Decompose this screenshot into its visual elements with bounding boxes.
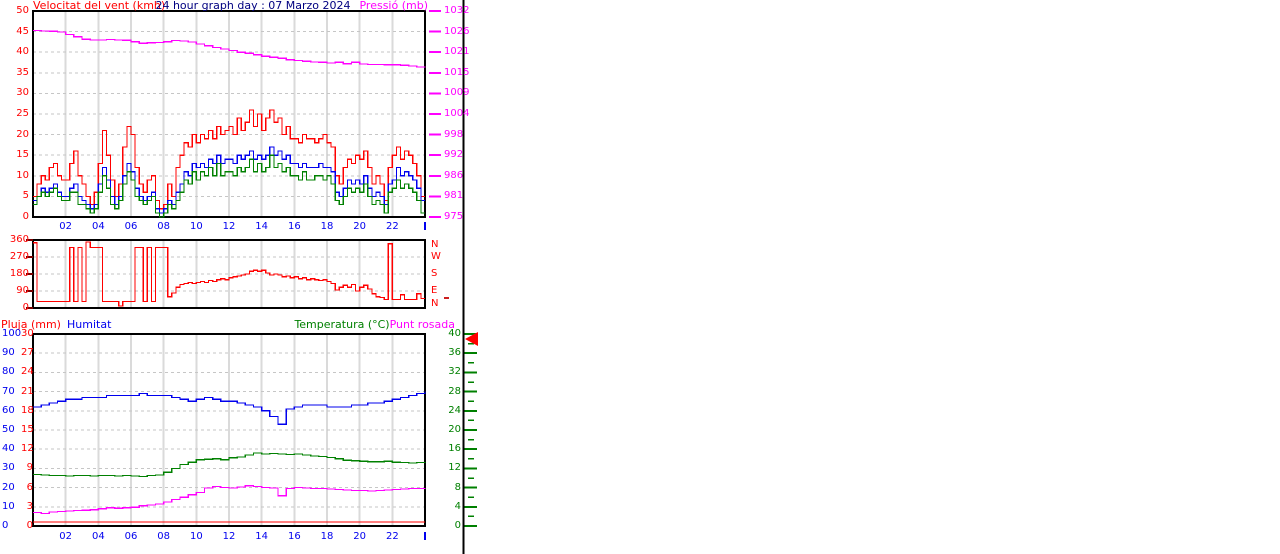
time-tick-label: 18 — [320, 221, 334, 232]
temperature-pointer-icon — [465, 332, 478, 346]
wind-speed-tick-label: 5 — [22, 190, 29, 202]
humidity-tick-label: 40 — [2, 443, 15, 455]
compass-letter-label: S — [431, 268, 438, 279]
weather-charts-svg — [26, 0, 477, 554]
rain-tick-label: 3 — [26, 500, 33, 512]
time-tick-label: 10 — [189, 221, 203, 232]
wind-speed-tick-label: 0 — [22, 211, 29, 222]
time-tick-label: 04 — [91, 531, 105, 542]
wind-speed-tick-label: 25 — [16, 108, 29, 119]
pressure-tick-label: 1015 — [444, 66, 470, 78]
time-tick-label: 06 — [124, 531, 138, 542]
temperature-tick-label: 28 — [448, 385, 461, 397]
compass-letter-label: E — [431, 285, 438, 296]
time-tick-label: 02 — [59, 531, 73, 542]
direction-axis-minor-tick — [444, 297, 449, 299]
wind-speed-tick-label: 10 — [16, 169, 29, 181]
temperature-tick-label: 16 — [448, 443, 461, 455]
time-tick-label: 20 — [353, 221, 367, 232]
humidity-tick-label: 30 — [2, 462, 15, 474]
humidity-tick-label: 0 — [2, 520, 9, 531]
rain-tick-label: 12 — [21, 443, 34, 455]
humidity-tick-label: 90 — [2, 347, 15, 359]
time-tick-label: 14 — [255, 221, 269, 232]
wind-speed-tick-label: 35 — [16, 66, 29, 78]
wind-speed-tick-label: 40 — [16, 46, 29, 58]
temperature-tick-label: 20 — [448, 424, 461, 435]
pressure-tick-label: 981 — [444, 190, 464, 202]
time-tick-label: 12 — [222, 221, 236, 232]
humidity-tick-label: 70 — [2, 385, 15, 397]
pressure-tick-label: 1004 — [444, 108, 470, 119]
time-tick-label: 10 — [189, 531, 203, 542]
humidity-tick-label: 60 — [2, 404, 15, 416]
humidity-legend-label: Humitat — [67, 318, 112, 331]
time-tick-label: 18 — [320, 531, 334, 542]
time-tick-label: 12 — [222, 531, 236, 542]
x-axis-end-tick-top — [424, 222, 426, 230]
direction-tick-label: 0 — [22, 302, 29, 313]
graph-title: 24 hour graph day : 07 Marzo 2024 — [155, 0, 351, 12]
compass-letter-label: N — [431, 239, 439, 250]
rain-tick-label: 0 — [26, 520, 33, 531]
direction-tick-label: 90 — [16, 285, 29, 296]
humidity-tick-label: 20 — [2, 481, 15, 493]
pressure-tick-label: 998 — [444, 128, 464, 140]
temperature-tick-label: 40 — [448, 328, 461, 339]
pressure-tick-label: 975 — [444, 211, 464, 222]
rain-tick-label: 21 — [21, 385, 34, 397]
temperature-tick-label: 24 — [448, 404, 461, 416]
humidity-tick-label: 10 — [2, 500, 15, 512]
time-tick-label: 02 — [59, 221, 73, 232]
pressure-tick-label: 1032 — [444, 5, 470, 16]
time-tick-label: 08 — [157, 531, 171, 542]
humidity-tick-label: 100 — [2, 328, 22, 339]
rain-tick-label: 27 — [21, 347, 34, 359]
humidity-tick-label: 80 — [2, 366, 15, 378]
wind-speed-tick-label: 30 — [16, 87, 29, 99]
rain-tick-label: 24 — [21, 366, 34, 378]
rain-tick-label: 6 — [26, 481, 33, 493]
time-tick-label: 22 — [385, 221, 399, 232]
direction-tick-label: 360 — [9, 234, 29, 245]
x-axis-end-tick-bottom — [424, 532, 426, 540]
rain-tick-label: 9 — [26, 462, 33, 474]
direction-tick-label: 180 — [9, 268, 29, 279]
wind-speed-tick-label: 45 — [16, 25, 29, 37]
wind-speed-tick-label: 50 — [16, 5, 29, 16]
wind-speed-tick-label: 20 — [16, 128, 29, 140]
pressure-tick-label: 992 — [444, 149, 464, 161]
pressure-tick-label: 1026 — [444, 25, 470, 37]
wind-axis-title: Velocitat del vent (kmh) — [33, 0, 166, 12]
wind-speed-tick-label: 15 — [16, 149, 29, 161]
time-tick-label: 20 — [353, 531, 367, 542]
compass-letter-label: W — [431, 251, 441, 262]
temperature-tick-label: 36 — [448, 347, 461, 359]
rain-tick-label: 15 — [21, 424, 34, 435]
time-tick-label: 16 — [287, 531, 301, 542]
time-tick-label: 14 — [255, 531, 269, 542]
weather-graph-page: Velocitat del vent (kmh) 24 hour graph d… — [0, 0, 1280, 554]
compass-letter-label: N — [431, 298, 439, 309]
time-tick-label: 16 — [287, 221, 301, 232]
rain-tick-label: 30 — [21, 328, 34, 339]
time-tick-label: 06 — [124, 221, 138, 232]
pressure-axis-title: Pressió (mb) — [359, 0, 428, 12]
temperature-tick-label: 4 — [454, 500, 461, 512]
temperature-tick-label: 0 — [454, 520, 461, 531]
temperature-legend-label: Temperatura (°C) — [294, 318, 390, 331]
time-tick-label: 04 — [91, 221, 105, 232]
pressure-tick-label: 1021 — [444, 46, 470, 58]
temperature-tick-label: 12 — [448, 462, 461, 474]
time-tick-label: 22 — [385, 531, 399, 542]
pressure-tick-label: 986 — [444, 169, 464, 181]
time-tick-label: 08 — [157, 221, 171, 232]
direction-tick-label: 270 — [9, 251, 29, 262]
temperature-tick-label: 32 — [448, 366, 461, 378]
rain-tick-label: 18 — [21, 404, 34, 416]
temperature-tick-label: 8 — [454, 481, 461, 493]
temp-dewpoint-legend: Temperatura (°C)Punt rosada — [294, 319, 455, 330]
pressure-tick-label: 1009 — [444, 87, 470, 99]
humidity-tick-label: 50 — [2, 424, 15, 435]
